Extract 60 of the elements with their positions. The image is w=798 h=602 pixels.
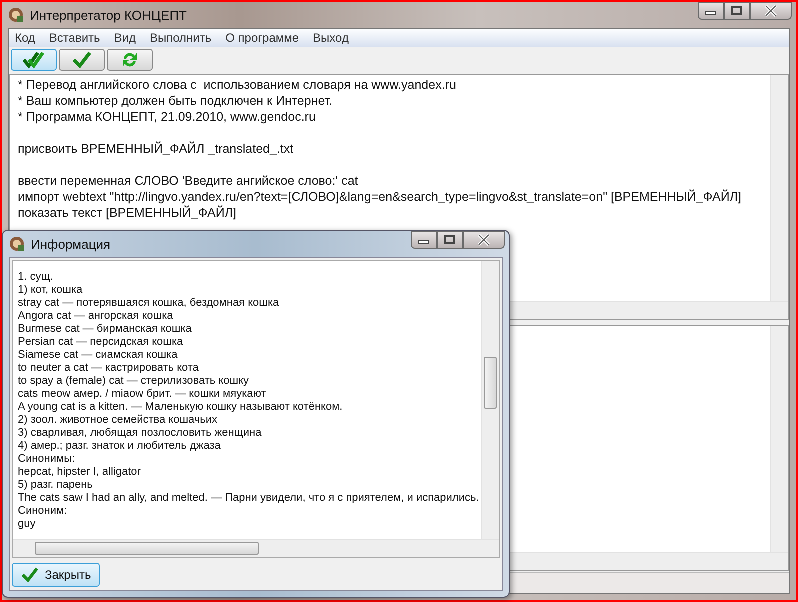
- close-icon: [764, 5, 778, 17]
- text-line: A young cat is a kitten. — Маленькую кошку называют котёнком.: [18, 401, 344, 414]
- text-line: 4) амер.; разг. знаток и любитель джаза: [18, 440, 222, 453]
- text-line: hepcat, hipster I, alligator: [18, 466, 142, 479]
- toolbar-button[interactable]: [107, 49, 153, 71]
- text-line: Синоним:: [18, 505, 68, 518]
- toolbar-button[interactable]: [59, 49, 105, 71]
- app-icon: [8, 7, 24, 23]
- menu-item[interactable]: Вид: [114, 31, 136, 45]
- text-line: The cats saw I had an ally, and melted. — Парни увидели, что я с приятелем, и испарились.: [18, 492, 480, 505]
- menu-item[interactable]: Выход: [313, 31, 349, 45]
- maximize-button[interactable]: [437, 231, 463, 249]
- text-line: to neuter a cat — кастрировать кота: [18, 362, 200, 375]
- vertical-scrollbar[interactable]: [770, 326, 788, 552]
- text-line: guy: [18, 518, 37, 531]
- close-icon: [477, 234, 491, 246]
- toolbar-button[interactable]: [11, 49, 57, 71]
- code-line: * Программа КОНЦЕПТ, 21.09.2010, www.gendoc.ru: [18, 109, 317, 125]
- code-line: ввести переменная СЛОВО 'Введите ангийское слово:' cat: [18, 173, 360, 189]
- text-line: Angora cat — ангорская кошка: [18, 310, 174, 323]
- dialog-title: Информация: [31, 236, 111, 252]
- code-line: импорт webtext "http://lingvo.yandex.ru/en?text=[СЛОВО]&lang=en&search_type=lingvo&st_translate=on" [ВРЕМЕННЫЙ_ФАЙЛ]: [18, 189, 743, 205]
- vertical-scrollbar[interactable]: [481, 261, 499, 539]
- check-icon: [21, 567, 39, 583]
- minimize-button[interactable]: [698, 2, 724, 20]
- menu-item[interactable]: Выполнить: [150, 31, 212, 45]
- maximize-button[interactable]: [724, 2, 750, 20]
- refresh-icon: [121, 51, 139, 69]
- code-line: показать текст [ВРЕМЕННЫЙ_ФАЙЛ]: [18, 205, 238, 221]
- text-line: 2) зоол. животное семейства кошачьих: [18, 414, 219, 427]
- window-title: Интерпретатор КОНЦЕПТ: [30, 8, 187, 22]
- menu-item[interactable]: Вставить: [49, 31, 100, 45]
- close-dialog-button[interactable]: Закрыть: [12, 563, 100, 587]
- text-line: 5) разг. парень: [18, 479, 94, 492]
- double-check-icon: [23, 51, 45, 69]
- minimize-button[interactable]: [411, 231, 437, 249]
- text-line: Siamese cat — сиамская кошка: [18, 349, 179, 362]
- text-line: Persian cat — персидская кошка: [18, 336, 184, 349]
- check-icon: [72, 51, 92, 69]
- close-button[interactable]: [750, 2, 792, 20]
- menu-item[interactable]: Код: [15, 31, 36, 45]
- text-line: Синонимы:: [18, 453, 76, 466]
- code-line: * Перевод английского слова с использованием словаря на www.yandex.ru: [18, 77, 458, 93]
- text-line: 3) сварливая, любящая позлословить женщина: [18, 427, 263, 440]
- horizontal-scrollbar[interactable]: [13, 539, 499, 557]
- text-line: stray cat — потерявшаяся кошка, бездомная кошка: [18, 297, 280, 310]
- code-line: * Ваш компьютер должен быть подключен к Интернет.: [18, 93, 334, 109]
- code-line: присвоить ВРЕМЕННЫЙ_ФАЙЛ _translated_.txt: [18, 141, 295, 157]
- text-line: 1. сущ.: [18, 271, 54, 284]
- maximize-icon: [444, 235, 456, 245]
- app-icon: [9, 236, 25, 252]
- text-line: to spay a (female) cat — стерилизовать кошку: [18, 375, 250, 388]
- vertical-scrollbar[interactable]: [770, 75, 788, 301]
- info-text-area[interactable]: [12, 260, 500, 558]
- text-line: 1) кот, кошка: [18, 284, 84, 297]
- text-line: Burmese cat — бирманская кошка: [18, 323, 193, 336]
- close-button[interactable]: [463, 231, 505, 249]
- maximize-icon: [731, 6, 743, 16]
- menu-item[interactable]: О программе: [226, 31, 300, 45]
- text-line: cats meow амер. / miaow брит. — кошки мяукают: [18, 388, 268, 401]
